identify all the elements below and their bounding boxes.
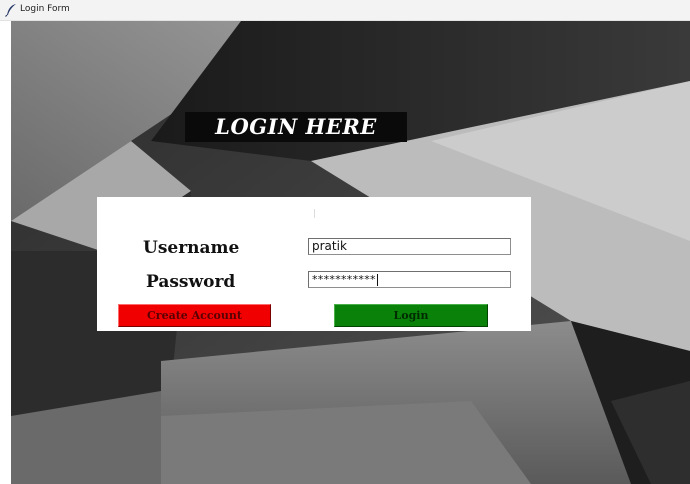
window-left-border <box>0 21 11 484</box>
password-label: Password <box>146 272 236 292</box>
heading-banner: LOGIN HERE <box>185 112 407 142</box>
form-divider <box>314 209 315 218</box>
window-titlebar: Login Form <box>0 0 690 21</box>
password-input[interactable]: *********** <box>308 271 511 288</box>
page-title: LOGIN HERE <box>215 114 377 139</box>
password-masked-value: *********** <box>312 273 376 286</box>
username-input[interactable]: pratik <box>308 238 511 255</box>
login-button[interactable]: Login <box>334 304 488 327</box>
feather-icon <box>5 4 16 17</box>
username-label: Username <box>143 238 240 258</box>
text-cursor <box>376 274 378 286</box>
create-account-button[interactable]: Create Account <box>118 304 271 327</box>
window-title: Login Form <box>20 4 70 14</box>
